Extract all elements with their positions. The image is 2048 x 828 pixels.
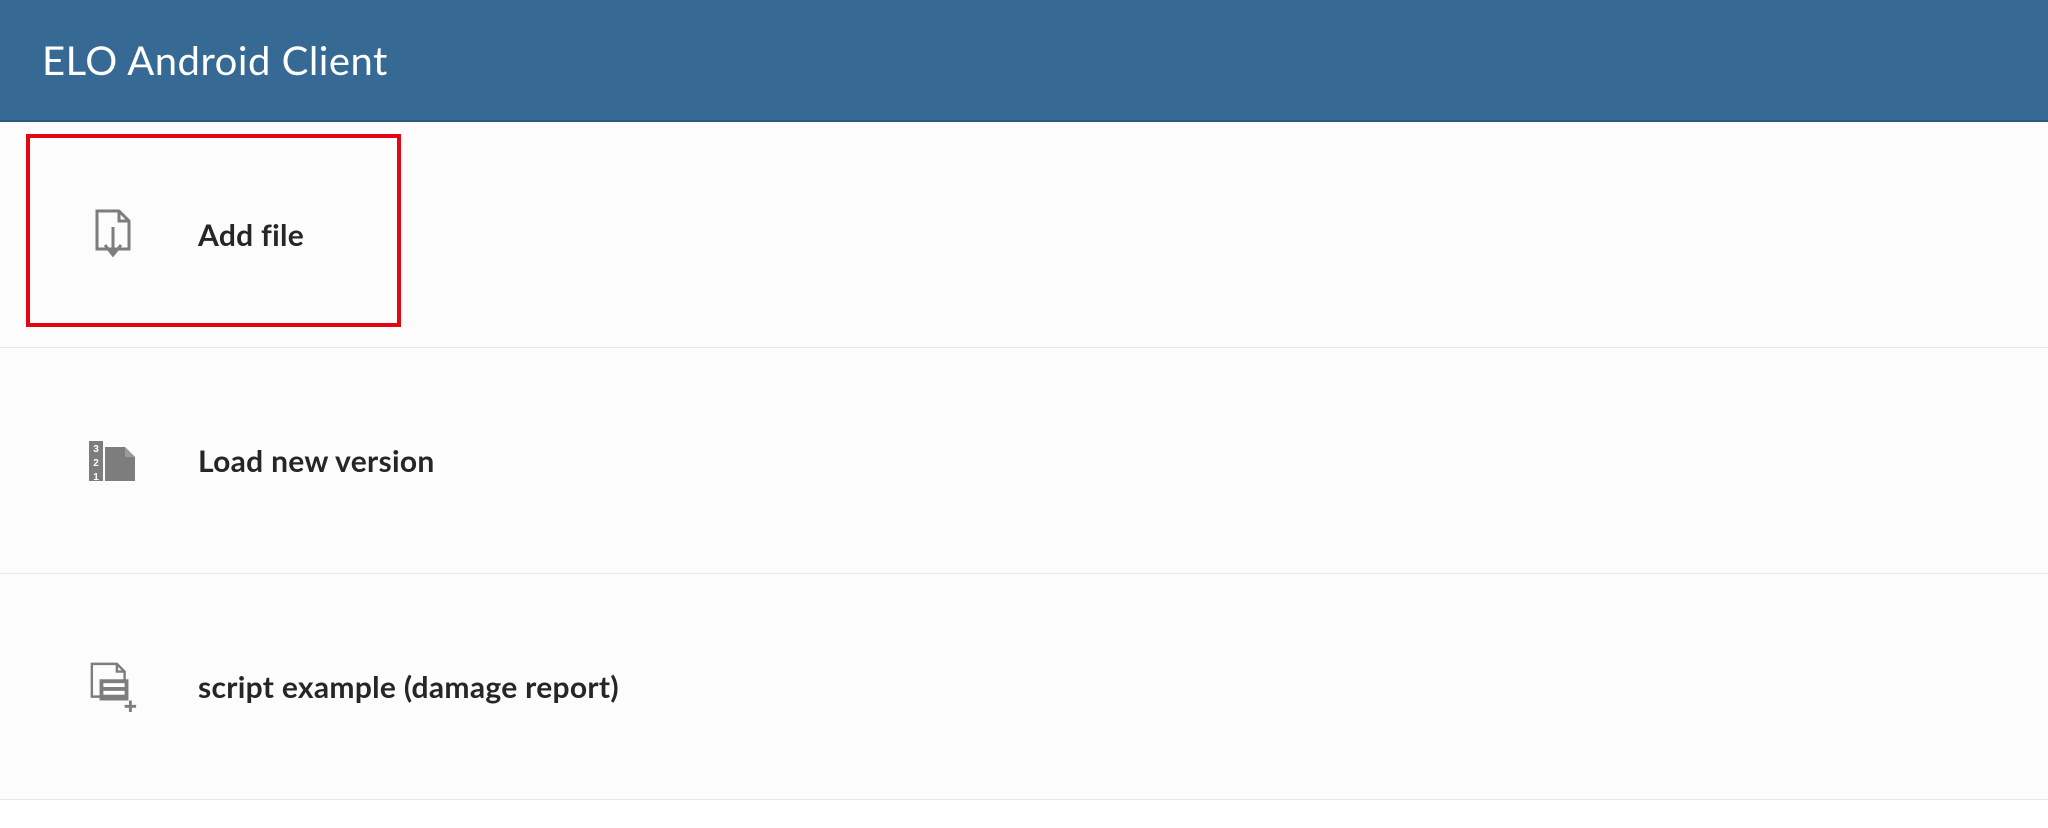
app-title: ELO Android Client [42, 36, 388, 84]
list-item-script-example[interactable]: script example (damage report) [0, 574, 2048, 800]
action-list: Add file 3 2 1 Load new version [0, 122, 2048, 800]
version-stack-icon: 3 2 1 [88, 435, 140, 487]
form-add-icon [88, 661, 140, 713]
app-header: ELO Android Client [0, 0, 2048, 122]
svg-text:3: 3 [93, 444, 99, 455]
list-item-add-file[interactable]: Add file [0, 122, 2048, 348]
svg-text:1: 1 [93, 472, 99, 483]
list-item-label: script example (damage report) [198, 669, 619, 705]
svg-text:2: 2 [93, 458, 99, 469]
list-item-label: Add file [198, 217, 304, 253]
file-download-icon [88, 209, 140, 261]
list-item-label: Load new version [198, 443, 435, 479]
list-item-load-new-version[interactable]: 3 2 1 Load new version [0, 348, 2048, 574]
